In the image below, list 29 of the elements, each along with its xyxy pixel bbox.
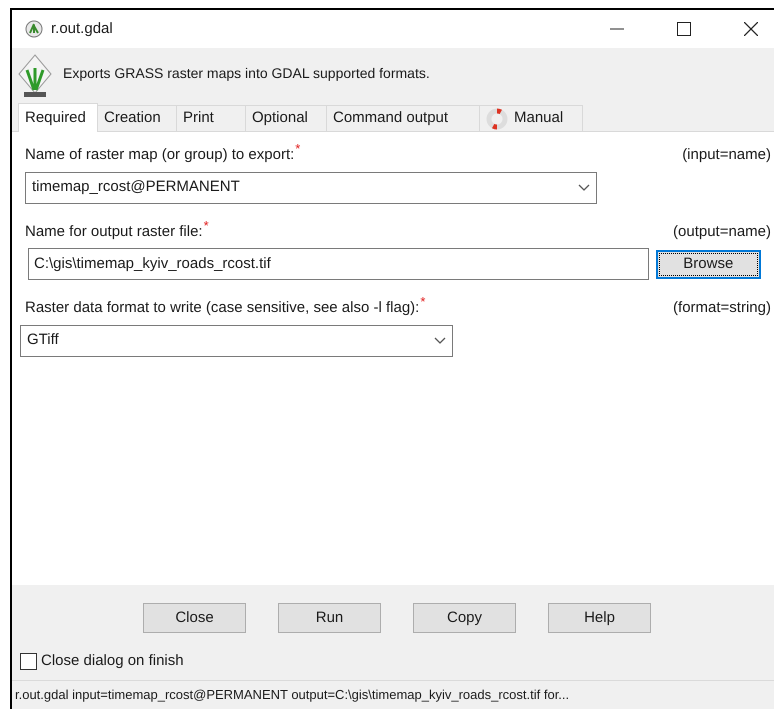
input-field[interactable]: C:\gis\timemap_kyiv_roads_rcost.tif: [28, 248, 649, 280]
dialog-button[interactable]: Copy: [413, 603, 516, 633]
app-icon: [25, 20, 43, 38]
required-mark: *: [420, 295, 426, 308]
field-label: Name for output raster file:: [25, 222, 203, 242]
dropdown[interactable]: GTiff: [20, 324, 453, 356]
required-mark: *: [204, 218, 209, 232]
browse-button[interactable]: Browse: [656, 250, 761, 278]
parameter-hint: (input=name): [682, 145, 771, 165]
checkbox[interactable]: [20, 652, 37, 670]
lifebuoy-icon: [486, 108, 508, 130]
parameter-hint: (output=name): [673, 222, 771, 242]
status-text: r.out.gdal input=timemap_rcost@PERMANENT output=C:\gis\timemap_kyiv_roads_rcost.tif for...: [15, 686, 570, 704]
tab[interactable]: Manual: [479, 105, 583, 131]
window-title: r.out.gdal: [51, 18, 113, 39]
dropdown[interactable]: timemap_rcost@PERMANENT: [25, 172, 597, 204]
dialog-button[interactable]: Close: [143, 603, 246, 633]
field-label: Raster data format to write (case sensitive, see also -l flag):: [25, 298, 420, 318]
field-label: Name of raster map (or group) to export:: [25, 145, 294, 165]
required-mark: *: [295, 142, 300, 155]
close-icon[interactable]: [744, 22, 758, 36]
module-description: Exports GRASS raster maps into GDAL supported formats.: [63, 64, 430, 83]
tab[interactable]: Required: [18, 103, 98, 132]
parameter-hint: (format=string): [673, 298, 771, 318]
dialog-button[interactable]: Help: [548, 603, 651, 633]
maximize-icon[interactable]: [677, 22, 691, 36]
dialog-button[interactable]: Run: [278, 603, 381, 633]
grass-logo-icon: [18, 54, 52, 98]
checkbox-label: Close dialog on finish: [41, 651, 184, 671]
